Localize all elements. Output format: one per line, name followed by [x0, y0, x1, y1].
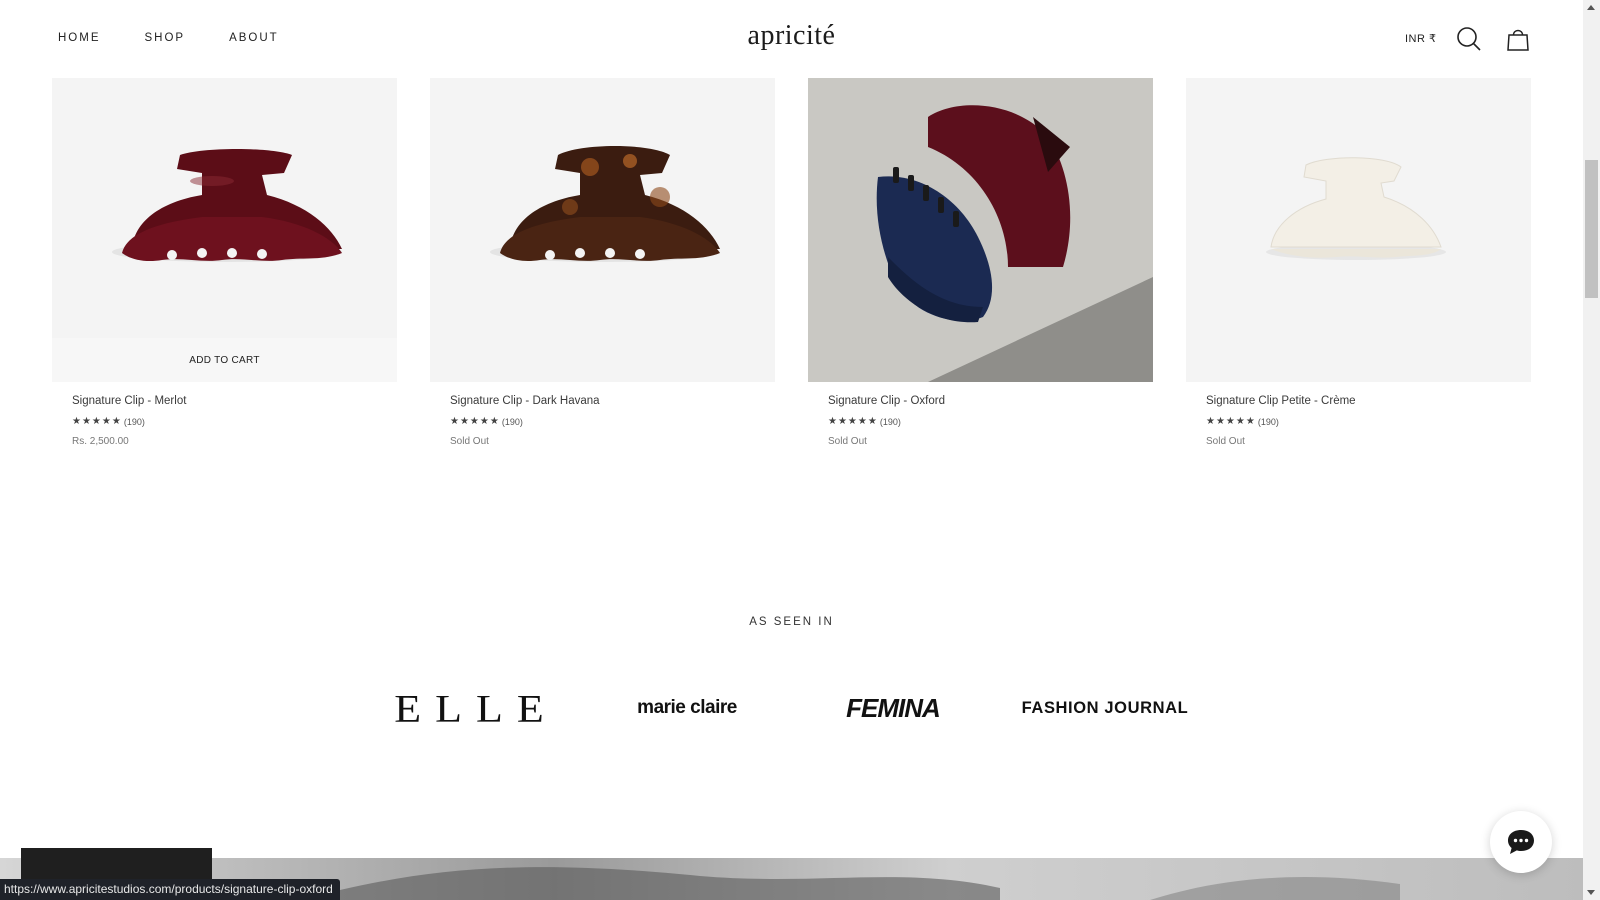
- main-nav: HOME SHOP ABOUT: [58, 32, 279, 44]
- star-rating-icons: ★★★★★: [828, 416, 878, 427]
- nav-about-link[interactable]: ABOUT: [229, 32, 279, 44]
- hair-clip-image: [1186, 77, 1531, 382]
- product-price: Rs. 2,500.00: [72, 436, 129, 447]
- product-title[interactable]: Signature Clip - Merlot: [72, 395, 397, 407]
- product-info: Signature Clip Petite - Crème ★★★★★ (190…: [1186, 382, 1531, 447]
- product-title[interactable]: Signature Clip - Oxford: [828, 395, 1153, 407]
- currency-selector[interactable]: INR ₹: [1405, 32, 1437, 45]
- nav-home-link[interactable]: HOME: [58, 32, 101, 44]
- review-count: (190): [1257, 416, 1279, 427]
- press-logo-marie-claire: marie claire: [637, 697, 737, 718]
- review-count: (190): [879, 416, 901, 427]
- product-image[interactable]: ADD TO CART: [52, 77, 397, 382]
- search-icon: [1457, 27, 1481, 51]
- product-info: Signature Clip - Oxford ★★★★★ (190) Sold…: [808, 382, 1153, 447]
- product-rating: ★★★★★ (190): [1206, 416, 1531, 427]
- star-rating-icons: ★★★★★: [1206, 416, 1256, 427]
- star-rating-icons: ★★★★★: [72, 416, 122, 427]
- chat-button[interactable]: [1490, 811, 1552, 873]
- scroll-down-arrow-icon[interactable]: [1587, 890, 1595, 895]
- nav-shop-link[interactable]: SHOP: [145, 32, 186, 44]
- browser-status-url: https://www.apricitestudios.com/products…: [0, 879, 340, 900]
- product-rating: ★★★★★ (190): [450, 416, 775, 427]
- page-scrollbar[interactable]: [1583, 0, 1600, 900]
- add-to-cart-button[interactable]: ADD TO CART: [52, 338, 397, 382]
- product-card[interactable]: Signature Clip - Dark Havana ★★★★★ (190)…: [430, 77, 775, 447]
- search-button[interactable]: [1454, 24, 1484, 54]
- product-card[interactable]: ADD TO CART Signature Clip - Merlot ★★★★…: [52, 77, 397, 447]
- product-price: Sold Out: [1206, 436, 1245, 447]
- cart-button[interactable]: [1503, 24, 1533, 54]
- review-count: (190): [123, 416, 145, 427]
- chat-icon: [1508, 830, 1534, 854]
- scrollbar-thumb[interactable]: [1585, 160, 1598, 298]
- product-rating: ★★★★★ (190): [828, 416, 1153, 427]
- product-info: Signature Clip - Dark Havana ★★★★★ (190)…: [430, 382, 775, 447]
- site-header: HOME SHOP ABOUT apricité INR ₹: [0, 0, 1583, 78]
- product-rating: ★★★★★ (190): [72, 416, 397, 427]
- scroll-up-arrow-icon[interactable]: [1587, 5, 1595, 10]
- product-image[interactable]: [808, 77, 1153, 382]
- bag-icon: [1507, 29, 1529, 51]
- press-logo-elle: ELLE: [394, 685, 558, 731]
- star-rating-icons: ★★★★★: [450, 416, 500, 427]
- product-card[interactable]: Signature Clip Petite - Crème ★★★★★ (190…: [1186, 77, 1531, 447]
- product-image[interactable]: [430, 77, 775, 382]
- product-price: Sold Out: [450, 436, 489, 447]
- product-title[interactable]: Signature Clip - Dark Havana: [450, 395, 775, 407]
- product-price: Sold Out: [828, 436, 867, 447]
- press-logo-fashion-journal: FASHION JOURNAL: [1021, 698, 1189, 717]
- hair-clip-image: [52, 77, 397, 382]
- product-card[interactable]: Signature Clip - Oxford ★★★★★ (190) Sold…: [808, 77, 1153, 447]
- product-info: Signature Clip - Merlot ★★★★★ (190) Rs. …: [52, 382, 397, 447]
- review-count: (190): [501, 416, 523, 427]
- product-image[interactable]: [1186, 77, 1531, 382]
- as-seen-in-heading: AS SEEN IN: [749, 616, 834, 628]
- hair-clip-image: [808, 77, 1153, 382]
- hair-clip-image: [430, 77, 775, 382]
- press-logo-femina: FEMINA: [846, 692, 941, 723]
- product-title[interactable]: Signature Clip Petite - Crème: [1206, 395, 1531, 407]
